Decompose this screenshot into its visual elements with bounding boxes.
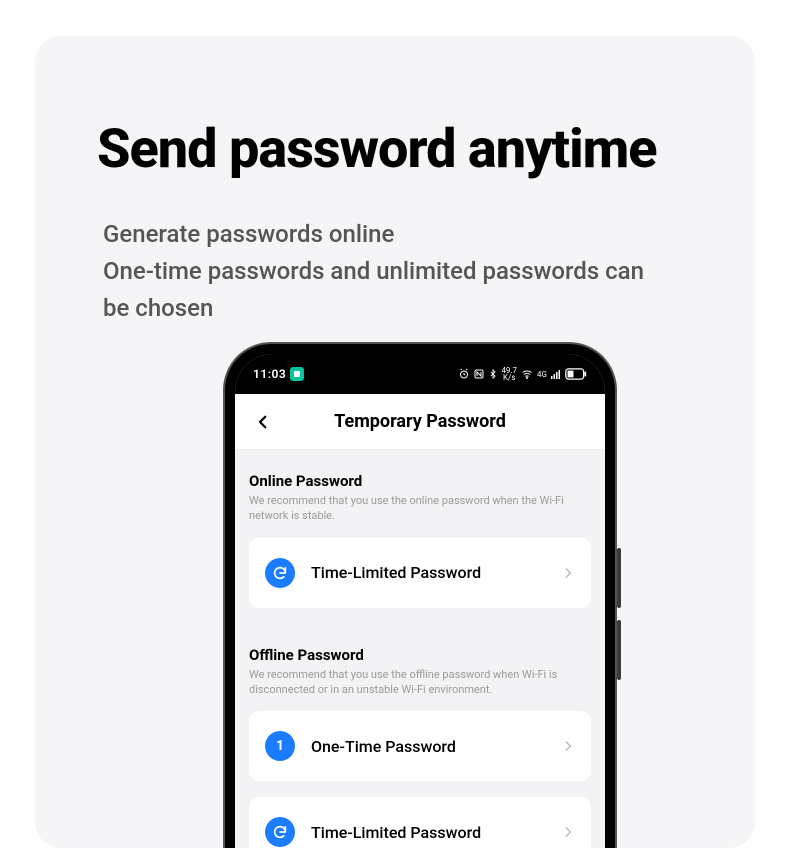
back-button[interactable] bbox=[247, 406, 279, 438]
row-label: Time-Limited Password bbox=[311, 823, 561, 842]
chevron-right-icon bbox=[561, 825, 575, 839]
number-one-icon: 1 bbox=[265, 731, 295, 761]
wifi-icon bbox=[520, 368, 534, 380]
hero-title: Send password anytime bbox=[97, 118, 657, 181]
alarm-icon bbox=[458, 368, 470, 380]
sync-icon bbox=[265, 558, 295, 588]
row-label: Time-Limited Password bbox=[311, 563, 561, 582]
section-desc-offline: We recommend that you use the offline pa… bbox=[249, 668, 569, 698]
section-title-online: Online Password bbox=[249, 450, 591, 490]
row-label: One-Time Password bbox=[311, 737, 561, 756]
status-bar: 11:03 49.7 K/s 4G bbox=[235, 354, 605, 394]
signal-icon bbox=[550, 368, 562, 380]
bluetooth-icon bbox=[488, 368, 498, 380]
row-one-time[interactable]: 1 One-Time Password bbox=[249, 711, 591, 781]
status-network: 4G bbox=[537, 370, 547, 379]
nfc-icon bbox=[473, 368, 485, 380]
app-title: Temporary Password bbox=[334, 411, 506, 432]
chevron-right-icon bbox=[561, 566, 575, 580]
promo-card: Send password anytime Generate passwords… bbox=[35, 36, 755, 848]
app-header: Temporary Password bbox=[235, 394, 605, 450]
status-app-icon bbox=[290, 367, 304, 381]
status-speed: 49.7 K/s bbox=[501, 367, 517, 381]
chevron-left-icon bbox=[254, 413, 272, 431]
app-body: Online Password We recommend that you us… bbox=[235, 450, 605, 848]
hero-subtitle: Generate passwords online One-time passw… bbox=[103, 216, 663, 328]
sync-icon bbox=[265, 817, 295, 847]
section-desc-online: We recommend that you use the online pas… bbox=[249, 494, 569, 524]
battery-icon bbox=[565, 368, 587, 380]
row-time-limited-online[interactable]: Time-Limited Password bbox=[249, 538, 591, 608]
status-icons: 49.7 K/s 4G bbox=[458, 367, 587, 381]
phone-mockup: 11:03 49.7 K/s 4G bbox=[223, 342, 617, 848]
phone-side-button bbox=[617, 620, 621, 680]
row-time-limited-offline[interactable]: Time-Limited Password bbox=[249, 797, 591, 848]
chevron-right-icon bbox=[561, 739, 575, 753]
status-time: 11:03 bbox=[253, 367, 286, 381]
section-title-offline: Offline Password bbox=[249, 624, 591, 664]
phone-side-button bbox=[617, 548, 621, 608]
phone-screen: 11:03 49.7 K/s 4G bbox=[235, 354, 605, 848]
